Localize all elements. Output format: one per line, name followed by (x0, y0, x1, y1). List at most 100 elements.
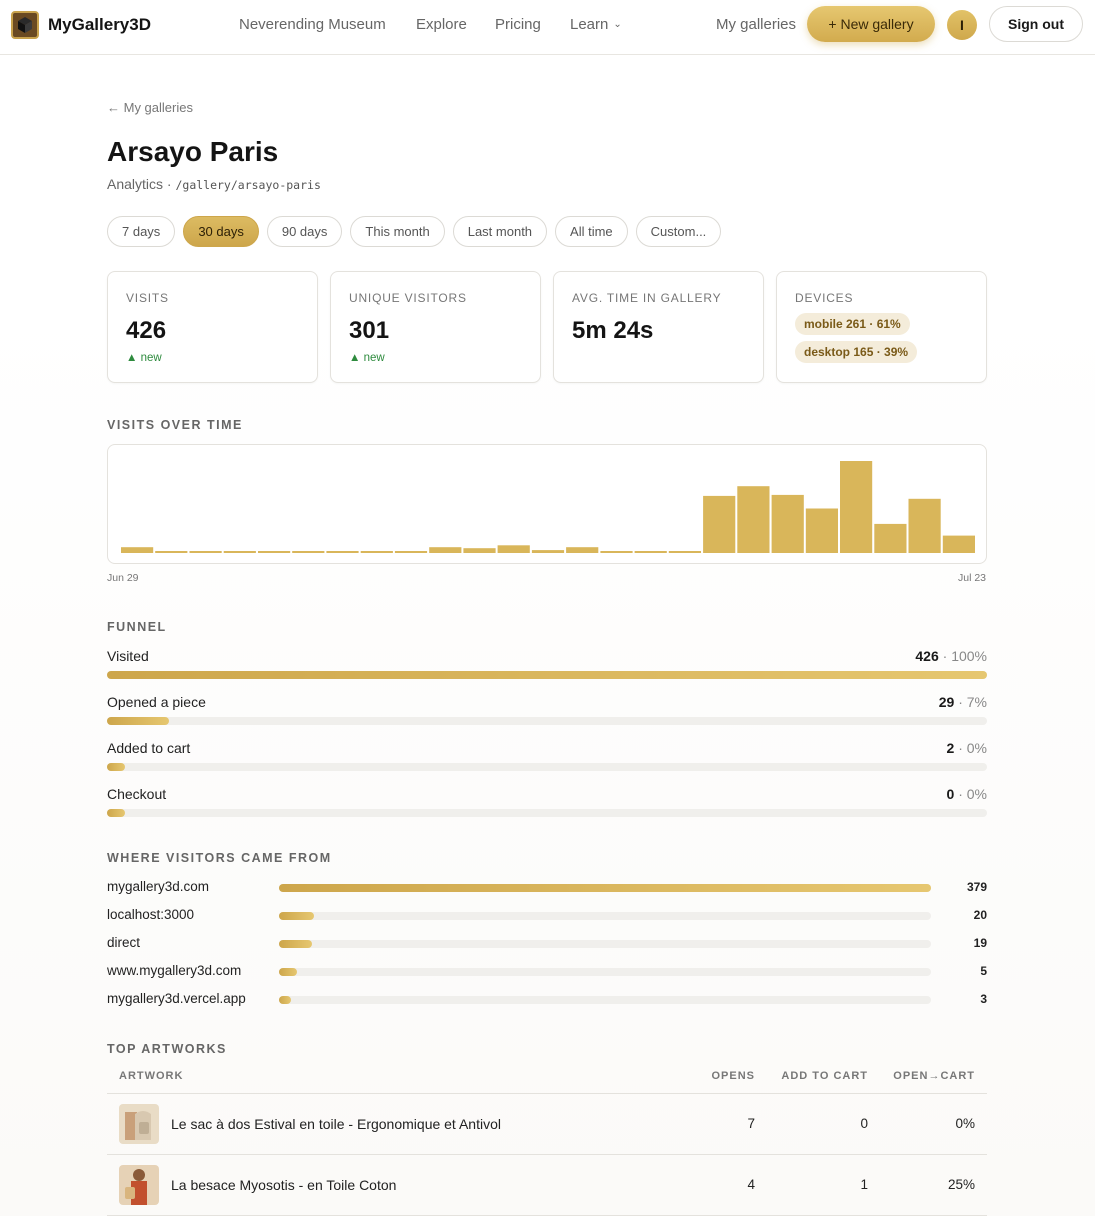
chart-bar (668, 551, 701, 553)
stat-delta: ▲ new (126, 352, 162, 364)
gallery-path: /gallery/arsayo-paris (175, 178, 321, 192)
funnel-track (107, 809, 987, 817)
stat-card-devices: DEVICES mobile 261 · 61% desktop 165 · 3… (776, 271, 987, 383)
artwork-thumbnail (119, 1104, 159, 1144)
funnel-track (107, 717, 987, 725)
back-to-galleries-link[interactable]: ← My galleries (107, 100, 193, 115)
chart-bar (258, 551, 291, 553)
chart-bar (703, 495, 736, 553)
source-name: localhost:3000 (107, 907, 195, 922)
range-30-days[interactable]: 30 days (183, 216, 259, 247)
page-title: Arsayo Paris (107, 136, 279, 167)
chart-bar (566, 547, 599, 553)
nav-link-pricing[interactable]: Pricing (495, 16, 541, 33)
col-header-open-cart[interactable]: OPEN→CART (893, 1070, 975, 1082)
funnel-value: 426 · 100% (915, 648, 987, 664)
chart-bar (326, 551, 359, 553)
chart-bar (531, 550, 565, 553)
nav-link-my-galleries[interactable]: My galleries (716, 16, 796, 33)
funnel-count: 426 (915, 648, 939, 664)
source-count: 19 (973, 936, 987, 950)
funnel-label: Visited (107, 648, 149, 664)
source-fill (279, 940, 312, 948)
stat-label: AVG. TIME IN GALLERY (572, 291, 722, 305)
funnel-row-visited: Visited 426 · 100% (107, 648, 987, 682)
section-title-top-artworks: TOP ARTWORKS (107, 1042, 227, 1056)
source-row: mygallery3d.vercel.app 3 (107, 991, 987, 1011)
funnel-fill (107, 671, 987, 679)
visits-chart (107, 444, 987, 564)
source-count: 379 (966, 880, 987, 894)
device-chip-mobile: mobile 261 · 61% (795, 313, 910, 335)
chart-bar (874, 523, 907, 553)
user-avatar[interactable]: I (947, 10, 977, 40)
new-gallery-button[interactable]: + New gallery (807, 6, 935, 42)
funnel-count: 29 (938, 694, 955, 710)
device-chip-desktop: desktop 165 · 39% (795, 341, 918, 363)
stat-value: 5m 24s (572, 317, 654, 344)
funnel-track (107, 763, 987, 771)
brand-logo[interactable]: MyGallery3D (11, 11, 151, 39)
artwork-add-to-cart: 1 (860, 1177, 868, 1192)
chart-bar (292, 551, 325, 553)
section-title-visits-over-time: VISITS OVER TIME (107, 418, 243, 432)
chart-bar (155, 551, 188, 553)
nav-link-learn[interactable]: Learn ⌄ (570, 16, 622, 33)
chart-bar (189, 551, 222, 553)
source-fill (279, 912, 314, 920)
funnel-fill (107, 763, 125, 771)
artwork-title: La besace Myosotis - en Toile Coton (171, 1177, 397, 1193)
funnel-track (107, 671, 987, 679)
chart-bar (121, 547, 154, 553)
source-count: 20 (973, 908, 987, 922)
funnel-fill (107, 809, 125, 817)
range-this-month[interactable]: This month (350, 216, 445, 247)
artwork-open-cart-rate: 25% (947, 1177, 975, 1192)
range-all-time[interactable]: All time (555, 216, 628, 247)
artwork-thumbnail (119, 1165, 159, 1205)
stat-card-unique-visitors: UNIQUE VISITORS 301 ▲ new (330, 271, 541, 383)
funnel-row-opened: Opened a piece 29 · 7% (107, 694, 987, 728)
chart-bar (942, 535, 975, 553)
chart-bar (634, 551, 667, 553)
chart-bar (429, 547, 462, 553)
col-header-opens[interactable]: OPENS (711, 1070, 755, 1082)
funnel-value: 0 · 0% (947, 786, 987, 802)
artwork-title: Le sac à dos Estival en toile - Ergonomi… (171, 1116, 501, 1132)
date-range-selector: 7 days 30 days 90 days This month Last m… (107, 216, 722, 247)
table-row[interactable]: La besace Myosotis - en Toile Coton 4 1 … (107, 1155, 987, 1216)
top-nav: MyGallery3D Neverending Museum Explore P… (0, 0, 1095, 55)
sign-out-button[interactable]: Sign out (989, 6, 1083, 42)
artwork-opens: 4 (747, 1177, 755, 1192)
chart-bar (223, 551, 256, 553)
nav-link-explore[interactable]: Explore (416, 16, 467, 33)
range-last-month[interactable]: Last month (452, 216, 548, 247)
stat-delta: ▲ new (349, 352, 385, 364)
table-row[interactable]: Le sac à dos Estival en toile - Ergonomi… (107, 1094, 987, 1155)
stat-label: UNIQUE VISITORS (349, 291, 467, 305)
funnel-row-added-to-cart: Added to cart 2 · 0% (107, 740, 987, 774)
stat-card-visits: VISITS 426 ▲ new (107, 271, 318, 383)
col-header-add-to-cart[interactable]: ADD TO CART (781, 1070, 868, 1082)
range-custom[interactable]: Custom... (635, 216, 722, 247)
source-count: 5 (980, 964, 987, 978)
artwork-add-to-cart: 0 (860, 1116, 868, 1131)
source-fill (279, 996, 291, 1004)
cube-logo-icon (11, 11, 39, 39)
chart-bar (840, 461, 873, 553)
funnel-label: Added to cart (107, 740, 191, 756)
nav-link-museum[interactable]: Neverending Museum (239, 16, 386, 33)
source-name: mygallery3d.vercel.app (107, 991, 246, 1006)
stat-value: 301 (349, 317, 390, 344)
chart-bar (737, 486, 770, 553)
funnel-pct: · 7% (954, 694, 987, 710)
stat-label: DEVICES (795, 291, 854, 305)
col-header-artwork[interactable]: ARTWORK (119, 1070, 183, 1082)
range-7-days[interactable]: 7 days (107, 216, 176, 247)
chart-bar (908, 498, 941, 553)
chart-bar (497, 545, 530, 553)
page-subtitle: Analytics · /gallery/arsayo-paris (107, 176, 321, 192)
nav-link-learn-label: Learn (570, 16, 609, 33)
source-name: www.mygallery3d.com (107, 963, 242, 978)
range-90-days[interactable]: 90 days (266, 216, 343, 247)
